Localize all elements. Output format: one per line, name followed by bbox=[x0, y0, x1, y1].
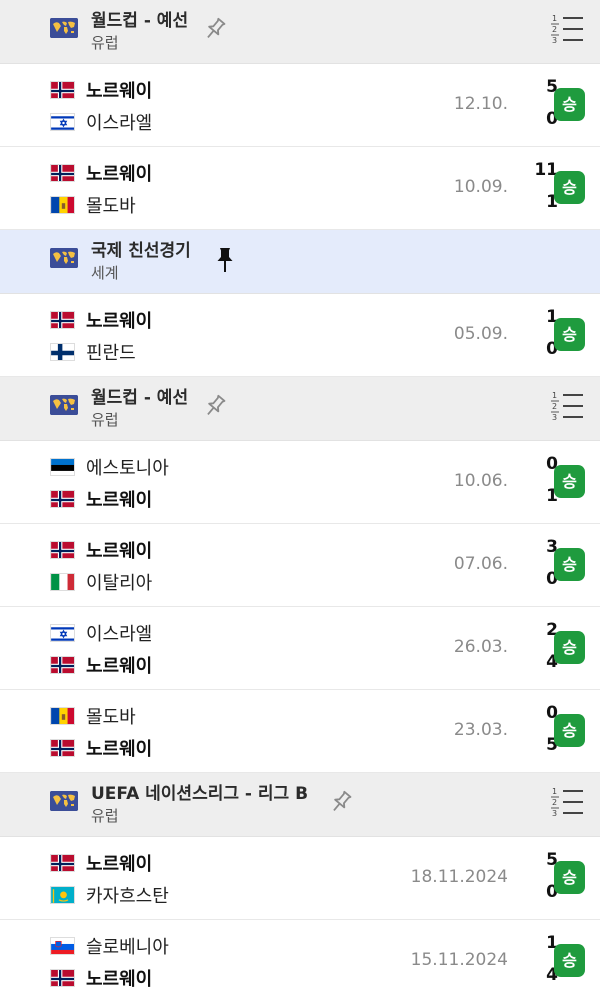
league-name: UEFA 네이션스리그 - 리그 B bbox=[91, 784, 309, 804]
world-flag-icon bbox=[50, 791, 78, 811]
league-header[interactable]: 국제 친선경기 세계 bbox=[0, 230, 600, 294]
away-flag-icon bbox=[50, 113, 75, 131]
away-team-name: 이스라엘 bbox=[86, 113, 153, 134]
match-row[interactable]: 노르웨이 1 핀란드 0 05.09. 승 bbox=[0, 294, 600, 377]
home-team-name: 슬로베니아 bbox=[86, 937, 169, 958]
league-name: 국제 친선경기 bbox=[91, 241, 191, 261]
home-team-name: 에스토니아 bbox=[86, 458, 169, 479]
away-team-name: 노르웨이 bbox=[86, 739, 153, 760]
home-team-name: 이스라엘 bbox=[86, 624, 153, 645]
league-header[interactable]: 월드컵 - 예선 유럽 1 2 3 bbox=[0, 377, 600, 441]
result-badge: 승 bbox=[554, 171, 585, 204]
svg-text:3: 3 bbox=[552, 809, 557, 818]
result-badge: 승 bbox=[554, 714, 585, 747]
home-flag-icon bbox=[50, 541, 75, 559]
away-team-name: 이탈리아 bbox=[86, 573, 153, 594]
league-header[interactable]: UEFA 네이션스리그 - 리그 B 유럽 1 2 3 bbox=[0, 773, 600, 837]
match-row[interactable]: 몰도바 0 노르웨이 5 23.03. 승 bbox=[0, 690, 600, 773]
match-date: 12.10. bbox=[453, 94, 508, 114]
match-date: 15.11.2024 bbox=[410, 950, 508, 970]
away-team-name: 핀란드 bbox=[86, 343, 136, 364]
svg-text:1: 1 bbox=[552, 787, 557, 796]
away-flag-icon bbox=[50, 739, 75, 757]
league-region: 유럽 bbox=[91, 411, 119, 429]
home-team-name: 노르웨이 bbox=[86, 311, 153, 332]
pin-filled-icon[interactable] bbox=[210, 244, 240, 274]
standings-icon[interactable]: 1 2 3 bbox=[549, 389, 585, 423]
pin-outline-icon[interactable] bbox=[326, 787, 356, 817]
match-date: 10.09. bbox=[453, 177, 508, 197]
home-team-name: 몰도바 bbox=[86, 707, 136, 728]
home-flag-icon bbox=[50, 937, 75, 955]
world-flag-icon bbox=[50, 395, 78, 415]
home-flag-icon bbox=[50, 854, 75, 872]
pin-outline-icon[interactable] bbox=[200, 391, 230, 421]
away-team-name: 몰도바 bbox=[86, 196, 136, 217]
svg-text:2: 2 bbox=[552, 402, 557, 411]
match-date: 23.03. bbox=[453, 720, 508, 740]
match-list: 월드컵 - 예선 유럽 1 2 3 노르웨이 5 이스라엘 0 12.10. 승 노르웨… bbox=[0, 0, 600, 999]
league-region: 유럽 bbox=[91, 807, 119, 825]
svg-text:1: 1 bbox=[552, 391, 557, 400]
result-badge: 승 bbox=[554, 548, 585, 581]
away-flag-icon bbox=[50, 343, 75, 361]
match-date: 26.03. bbox=[453, 637, 508, 657]
world-flag-icon bbox=[50, 18, 78, 38]
standings-icon[interactable]: 1 2 3 bbox=[549, 12, 585, 46]
svg-text:2: 2 bbox=[552, 25, 557, 34]
result-badge: 승 bbox=[554, 631, 585, 664]
league-name: 월드컵 - 예선 bbox=[91, 388, 189, 408]
away-flag-icon bbox=[50, 886, 75, 904]
match-row[interactable]: 이스라엘 2 노르웨이 4 26.03. 승 bbox=[0, 607, 600, 690]
away-flag-icon bbox=[50, 196, 75, 214]
away-flag-icon bbox=[50, 490, 75, 508]
away-team-name: 노르웨이 bbox=[86, 490, 153, 511]
league-region: 세계 bbox=[91, 264, 119, 282]
match-row[interactable]: 노르웨이 11 몰도바 1 10.09. 승 bbox=[0, 147, 600, 230]
away-team-name: 노르웨이 bbox=[86, 656, 153, 677]
home-flag-icon bbox=[50, 81, 75, 99]
match-date: 07.06. bbox=[453, 554, 508, 574]
home-team-name: 노르웨이 bbox=[86, 541, 153, 562]
home-flag-icon bbox=[50, 624, 75, 642]
svg-text:3: 3 bbox=[552, 413, 557, 422]
match-date: 05.09. bbox=[453, 324, 508, 344]
standings-icon[interactable]: 1 2 3 bbox=[549, 785, 585, 819]
home-flag-icon bbox=[50, 707, 75, 725]
result-badge: 승 bbox=[554, 465, 585, 498]
league-header[interactable]: 월드컵 - 예선 유럽 1 2 3 bbox=[0, 0, 600, 64]
home-flag-icon bbox=[50, 164, 75, 182]
league-name: 월드컵 - 예선 bbox=[91, 11, 189, 31]
match-row[interactable]: 에스토니아 0 노르웨이 1 10.06. 승 bbox=[0, 441, 600, 524]
svg-text:2: 2 bbox=[552, 798, 557, 807]
result-badge: 승 bbox=[554, 88, 585, 121]
match-row[interactable]: 슬로베니아 1 노르웨이 4 15.11.2024 승 bbox=[0, 920, 600, 999]
svg-text:1: 1 bbox=[552, 14, 557, 23]
match-date: 10.06. bbox=[453, 471, 508, 491]
svg-text:3: 3 bbox=[552, 36, 557, 45]
match-row[interactable]: 노르웨이 3 이탈리아 0 07.06. 승 bbox=[0, 524, 600, 607]
home-flag-icon bbox=[50, 311, 75, 329]
home-flag-icon bbox=[50, 458, 75, 476]
world-flag-icon bbox=[50, 248, 78, 268]
away-team-name: 카자흐스탄 bbox=[86, 886, 169, 907]
home-team-name: 노르웨이 bbox=[86, 81, 153, 102]
pin-outline-icon[interactable] bbox=[200, 14, 230, 44]
home-team-name: 노르웨이 bbox=[86, 854, 153, 875]
away-flag-icon bbox=[50, 969, 75, 987]
result-badge: 승 bbox=[554, 318, 585, 351]
away-flag-icon bbox=[50, 656, 75, 674]
result-badge: 승 bbox=[554, 944, 585, 977]
away-flag-icon bbox=[50, 573, 75, 591]
result-badge: 승 bbox=[554, 861, 585, 894]
match-row[interactable]: 노르웨이 5 이스라엘 0 12.10. 승 bbox=[0, 64, 600, 147]
league-region: 유럽 bbox=[91, 34, 119, 52]
home-team-name: 노르웨이 bbox=[86, 164, 153, 185]
match-row[interactable]: 노르웨이 5 카자흐스탄 0 18.11.2024 승 bbox=[0, 837, 600, 920]
away-team-name: 노르웨이 bbox=[86, 969, 153, 990]
match-date: 18.11.2024 bbox=[410, 867, 508, 887]
